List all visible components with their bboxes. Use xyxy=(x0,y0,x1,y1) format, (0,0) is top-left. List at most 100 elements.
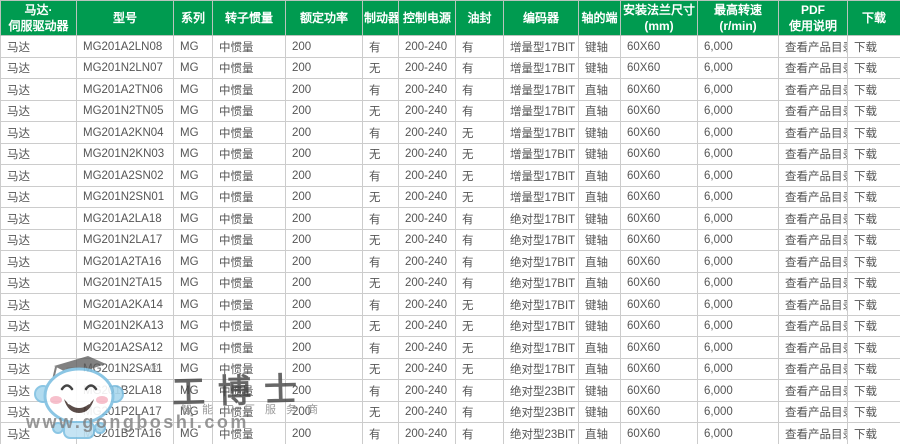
shaft-end-cell: 直轴 xyxy=(579,165,621,187)
model-cell: MG201A2KA14 xyxy=(77,294,174,316)
rated-power-cell: 200 xyxy=(286,165,363,187)
control-power-cell: 200-240 xyxy=(399,229,456,251)
download-link[interactable]: 下载 xyxy=(848,36,900,58)
encoder-cell: 增量型17BIT xyxy=(504,100,579,122)
series-cell: MG xyxy=(174,294,213,316)
encoder-cell: 增量型17BIT xyxy=(504,57,579,79)
control-power-cell: 200-240 xyxy=(399,337,456,359)
view-catalog-link[interactable]: 查看产品目录 xyxy=(779,358,848,380)
product-cell: 马达 xyxy=(1,143,77,165)
oil-seal-cell: 有 xyxy=(456,100,504,122)
model-cell: MG201A2TA16 xyxy=(77,251,174,273)
download-link[interactable]: 下载 xyxy=(848,57,900,79)
col-header-oil-seal: 油封 xyxy=(456,1,504,36)
view-catalog-link[interactable]: 查看产品目录 xyxy=(779,36,848,58)
series-cell: MG xyxy=(174,272,213,294)
view-catalog-link[interactable]: 查看产品目录 xyxy=(779,165,848,187)
view-catalog-link[interactable]: 查看产品目录 xyxy=(779,294,848,316)
series-cell: MG xyxy=(174,380,213,402)
download-link[interactable]: 下载 xyxy=(848,294,900,316)
product-cell: 马达 xyxy=(1,186,77,208)
rated-power-cell: 200 xyxy=(286,36,363,58)
product-cell: 马达 xyxy=(1,165,77,187)
download-link[interactable]: 下载 xyxy=(848,100,900,122)
download-link[interactable]: 下载 xyxy=(848,423,900,444)
download-link[interactable]: 下载 xyxy=(848,337,900,359)
view-catalog-link[interactable]: 查看产品目录 xyxy=(779,380,848,402)
download-link[interactable]: 下载 xyxy=(848,143,900,165)
view-catalog-link[interactable]: 查看产品目录 xyxy=(779,122,848,144)
control-power-cell: 200-240 xyxy=(399,380,456,402)
table-row: 马达MG201A2KA14MG中惯量200有200-240无绝对型17BIT键轴… xyxy=(1,294,900,316)
series-cell: MG xyxy=(174,401,213,423)
download-link[interactable]: 下载 xyxy=(848,208,900,230)
view-catalog-link[interactable]: 查看产品目录 xyxy=(779,401,848,423)
brake-cell: 无 xyxy=(363,229,399,251)
brake-cell: 有 xyxy=(363,36,399,58)
shaft-end-cell: 直轴 xyxy=(579,272,621,294)
view-catalog-link[interactable]: 查看产品目录 xyxy=(779,100,848,122)
encoder-cell: 增量型17BIT xyxy=(504,122,579,144)
view-catalog-link[interactable]: 查看产品目录 xyxy=(779,272,848,294)
series-cell: MG xyxy=(174,208,213,230)
encoder-cell: 绝对型17BIT xyxy=(504,358,579,380)
view-catalog-link[interactable]: 查看产品目录 xyxy=(779,315,848,337)
view-catalog-link[interactable]: 查看产品目录 xyxy=(779,57,848,79)
control-power-cell: 200-240 xyxy=(399,208,456,230)
model-cell: MG201A2LA18 xyxy=(77,208,174,230)
max-speed-cell: 6,000 xyxy=(698,208,779,230)
control-power-cell: 200-240 xyxy=(399,401,456,423)
max-speed-cell: 6,000 xyxy=(698,337,779,359)
series-cell: MG xyxy=(174,337,213,359)
oil-seal-cell: 有 xyxy=(456,380,504,402)
max-speed-cell: 6,000 xyxy=(698,165,779,187)
col-header-brake: 制动器 xyxy=(363,1,399,36)
encoder-cell: 增量型17BIT xyxy=(504,186,579,208)
view-catalog-link[interactable]: 查看产品目录 xyxy=(779,208,848,230)
col-header-pdf-manual: PDF使用说明 xyxy=(779,1,848,36)
shaft-end-cell: 直轴 xyxy=(579,337,621,359)
encoder-cell: 绝对型17BIT xyxy=(504,315,579,337)
download-link[interactable]: 下载 xyxy=(848,315,900,337)
shaft-end-cell: 键轴 xyxy=(579,122,621,144)
brake-cell: 有 xyxy=(363,165,399,187)
series-cell: MG xyxy=(174,100,213,122)
download-link[interactable]: 下载 xyxy=(848,122,900,144)
table-row: 马达MG201P2LA17MG中惯量200无200-240有绝对型23BIT键轴… xyxy=(1,401,900,423)
download-link[interactable]: 下载 xyxy=(848,251,900,273)
download-link[interactable]: 下载 xyxy=(848,79,900,101)
brake-cell: 无 xyxy=(363,100,399,122)
view-catalog-link[interactable]: 查看产品目录 xyxy=(779,79,848,101)
max-speed-cell: 6,000 xyxy=(698,122,779,144)
download-link[interactable]: 下载 xyxy=(848,401,900,423)
product-cell: 马达 xyxy=(1,358,77,380)
view-catalog-link[interactable]: 查看产品目录 xyxy=(779,229,848,251)
product-cell: 马达 xyxy=(1,229,77,251)
brake-cell: 无 xyxy=(363,401,399,423)
product-cell: 马达 xyxy=(1,122,77,144)
download-link[interactable]: 下载 xyxy=(848,272,900,294)
model-cell: MG201N2TA15 xyxy=(77,272,174,294)
encoder-cell: 增量型17BIT xyxy=(504,143,579,165)
download-link[interactable]: 下载 xyxy=(848,186,900,208)
view-catalog-link[interactable]: 查看产品目录 xyxy=(779,186,848,208)
rated-power-cell: 200 xyxy=(286,57,363,79)
view-catalog-link[interactable]: 查看产品目录 xyxy=(779,423,848,444)
brake-cell: 有 xyxy=(363,251,399,273)
col-header-rotor-inertia: 转子惯量 xyxy=(213,1,286,36)
view-catalog-link[interactable]: 查看产品目录 xyxy=(779,251,848,273)
rated-power-cell: 200 xyxy=(286,337,363,359)
view-catalog-link[interactable]: 查看产品目录 xyxy=(779,143,848,165)
download-link[interactable]: 下载 xyxy=(848,358,900,380)
series-cell: MG xyxy=(174,423,213,444)
table-row: 马达MG201N2LA17MG中惯量200无200-240有绝对型17BIT键轴… xyxy=(1,229,900,251)
rated-power-cell: 200 xyxy=(286,122,363,144)
download-link[interactable]: 下载 xyxy=(848,165,900,187)
control-power-cell: 200-240 xyxy=(399,165,456,187)
download-link[interactable]: 下载 xyxy=(848,380,900,402)
flange-size-cell: 60X60 xyxy=(621,122,698,144)
rotor-inertia-cell: 中惯量 xyxy=(213,423,286,444)
view-catalog-link[interactable]: 查看产品目录 xyxy=(779,337,848,359)
download-link[interactable]: 下载 xyxy=(848,229,900,251)
control-power-cell: 200-240 xyxy=(399,423,456,444)
